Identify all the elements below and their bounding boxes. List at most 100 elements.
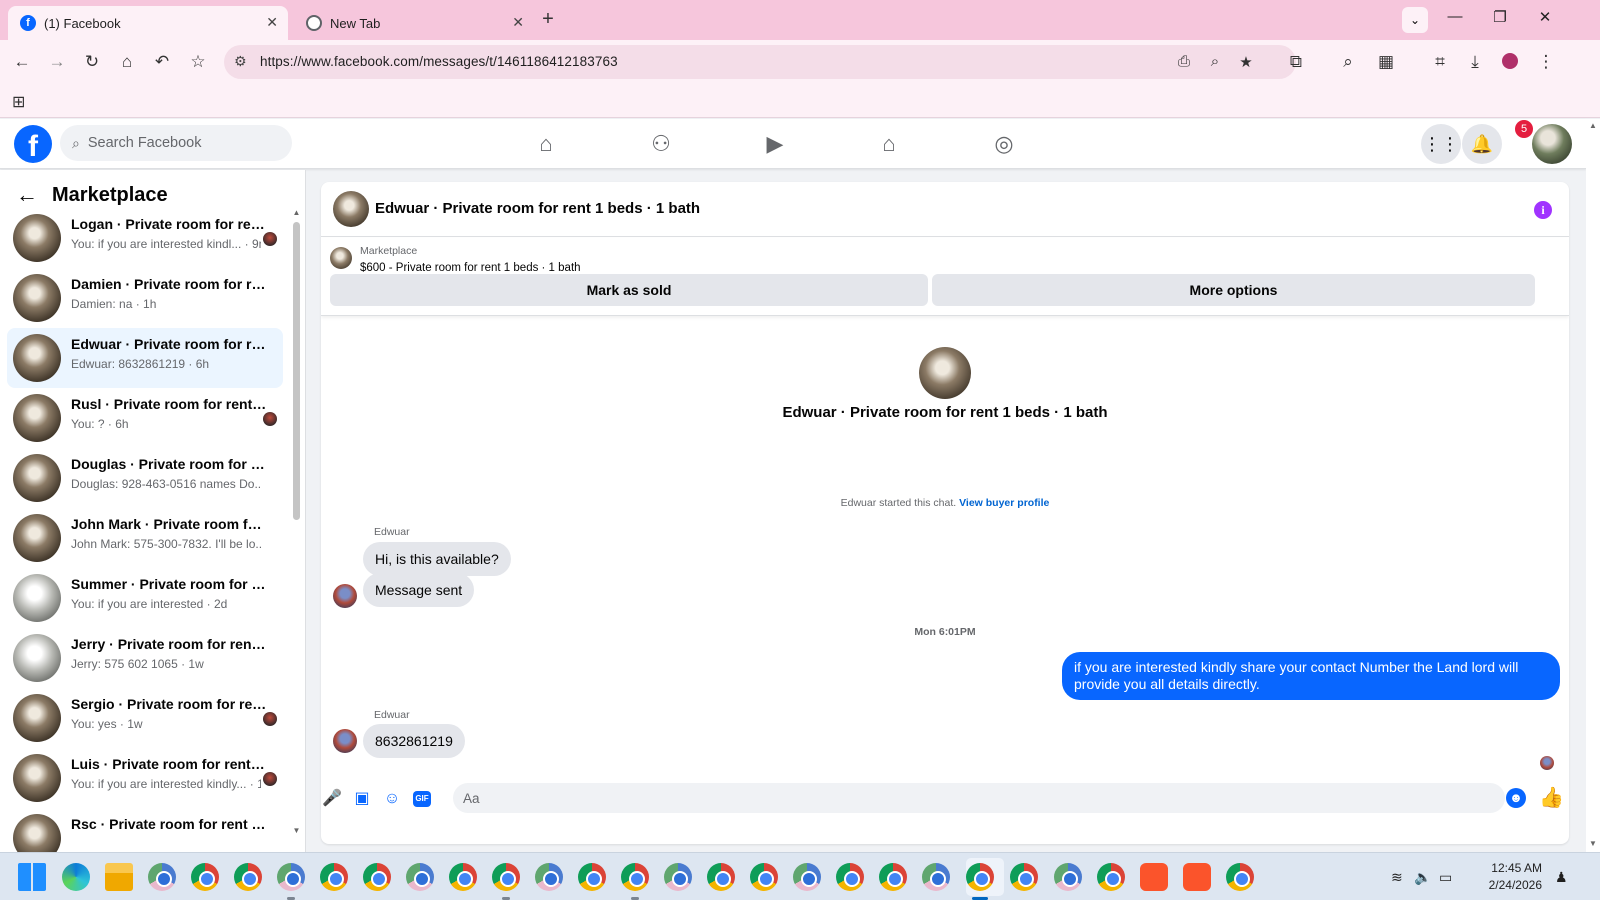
battery-icon[interactable]: ▭ <box>1439 869 1452 886</box>
extensions-icon[interactable]: ⧉ <box>1284 52 1308 72</box>
wifi-icon[interactable]: ≋ <box>1391 869 1403 886</box>
address-bar[interactable]: ⚙ https://www.facebook.com/messages/t/14… <box>224 45 1296 79</box>
crop-icon[interactable]: ⌗ <box>1428 52 1452 72</box>
chrome-profile-icon[interactable] <box>966 863 994 891</box>
zoom-icon[interactable]: ⌕ <box>1205 53 1225 70</box>
tab-new-tab[interactable]: New Tab ✕ <box>294 6 534 40</box>
chrome-profile-icon[interactable] <box>406 863 434 891</box>
gif-icon[interactable]: GIF <box>413 791 431 807</box>
menu-grid-icon[interactable]: ⋮⋮ <box>1421 124 1461 164</box>
tab-search-button[interactable]: ⌄ <box>1402 7 1428 33</box>
chrome-profile-icon[interactable] <box>578 863 606 891</box>
url-text[interactable]: https://www.facebook.com/messages/t/1461… <box>260 54 618 69</box>
emoji-icon[interactable]: ☻ <box>1506 788 1526 808</box>
conversation-item[interactable]: John Mark · Private room for re... John M… <box>7 508 283 568</box>
scroll-up-icon[interactable]: ▲ <box>291 208 302 217</box>
new-tab-button[interactable]: + <box>536 8 560 31</box>
incoming-message[interactable]: Hi, is this available? <box>363 542 511 576</box>
incoming-message[interactable]: Message sent <box>363 573 475 607</box>
chrome-profile-icon[interactable] <box>234 863 262 891</box>
conversation-item[interactable]: Sergio · Private room for rent... You: ye… <box>7 688 283 748</box>
chrome-profile-icon[interactable] <box>535 863 563 891</box>
chat-title[interactable]: Edwuar · Private room for rent 1 beds · … <box>375 200 700 217</box>
conversation-item[interactable]: Luis · Private room for rent 1 ... You: i… <box>7 748 283 808</box>
download-icon[interactable]: ⤓ <box>1463 52 1487 72</box>
info-icon[interactable]: i <box>1534 201 1552 219</box>
photo-icon[interactable]: ▣ <box>351 788 373 810</box>
facebook-logo[interactable]: f <box>14 125 52 163</box>
close-window-button[interactable]: ✕ <box>1531 8 1559 26</box>
apps-grid-icon[interactable]: ⊞ <box>12 92 25 112</box>
sender-avatar[interactable] <box>333 584 357 608</box>
sticker-icon[interactable]: ☺ <box>381 788 403 810</box>
conversation-item[interactable]: Rusl · Private room for rent 1 ... You: ?… <box>7 388 283 448</box>
message-input[interactable] <box>463 783 1463 813</box>
minimize-button[interactable]: — <box>1441 8 1469 25</box>
chrome-profile-icon[interactable] <box>621 863 649 891</box>
sender-avatar[interactable] <box>333 729 357 753</box>
conversation-item[interactable]: Logan · Private room for rent... You: if … <box>7 208 283 268</box>
more-options-button[interactable]: More options <box>932 274 1535 306</box>
sidebar-scrollbar[interactable]: ▲ ▼ <box>291 208 302 838</box>
chrome-profile-icon[interactable] <box>320 863 348 891</box>
home-icon[interactable]: ⌂ <box>526 129 566 159</box>
scrollbar-thumb[interactable] <box>293 222 300 520</box>
incoming-message[interactable]: 8632861219 <box>363 724 465 758</box>
scroll-down-icon[interactable]: ▼ <box>291 826 302 835</box>
scroll-down-icon[interactable]: ▼ <box>1586 839 1600 848</box>
chrome-profile-icon[interactable] <box>1010 863 1038 891</box>
back-icon[interactable]: ← <box>10 52 34 72</box>
outgoing-message[interactable]: if you are interested kindly share your … <box>1062 652 1560 700</box>
qr-code-icon[interactable]: ▦ <box>1374 52 1398 72</box>
friends-icon[interactable]: ⚇ <box>641 129 681 159</box>
scroll-up-icon[interactable]: ▲ <box>1586 121 1600 130</box>
conversation-item[interactable]: Summer · Private room for rent... You: if… <box>7 568 283 628</box>
file-explorer-icon[interactable] <box>105 863 133 891</box>
bookmark-star-icon[interactable]: ★ <box>1236 53 1256 71</box>
conversation-item[interactable]: Damien · Private room for rent ... Damien… <box>7 268 283 328</box>
chrome-profile-icon[interactable] <box>836 863 864 891</box>
chrome-profile-icon[interactable] <box>191 863 219 891</box>
chrome-profile-icon[interactable] <box>363 863 391 891</box>
reload-icon[interactable]: ↻ <box>80 52 104 72</box>
tab-facebook[interactable]: f (1) Facebook ✕ <box>8 6 288 40</box>
back-arrow-icon[interactable]: ← <box>16 182 38 208</box>
site-info-icon[interactable]: ⚙ <box>234 53 247 70</box>
chrome-profile-icon[interactable] <box>449 863 477 891</box>
chrome-profile-icon[interactable] <box>707 863 735 891</box>
chrome-profile-icon[interactable] <box>1097 863 1125 891</box>
profile-avatar[interactable] <box>1502 53 1518 69</box>
chrome-profile-icon[interactable] <box>148 863 176 891</box>
message-input-box[interactable] <box>453 783 1505 813</box>
brave-browser-icon[interactable] <box>1183 863 1211 891</box>
chrome-profile-icon[interactable] <box>879 863 907 891</box>
chrome-profile-icon[interactable] <box>750 863 778 891</box>
listing-thumbnail[interactable] <box>330 247 352 269</box>
volume-icon[interactable]: 🔈 <box>1414 869 1431 886</box>
search-icon[interactable]: ⌕ <box>1336 52 1360 72</box>
edge-browser-icon[interactable] <box>62 863 90 891</box>
account-avatar[interactable] <box>1532 124 1572 164</box>
forward-icon[interactable]: → <box>45 52 69 72</box>
conversation-item[interactable]: Rsc · Private room for rent 1 be... <box>7 808 283 852</box>
groups-icon[interactable]: ◎ <box>984 129 1024 159</box>
undo-icon[interactable]: ↶ <box>150 52 174 72</box>
chrome-profile-icon[interactable] <box>492 863 520 891</box>
notification-icon[interactable]: ♟ <box>1555 869 1568 886</box>
microphone-icon[interactable]: 🎤 <box>321 788 343 810</box>
marketplace-icon[interactable]: ⌂ <box>869 129 909 159</box>
conversation-item[interactable]: Jerry · Private room for rent 1 b... Jerr… <box>7 628 283 688</box>
start-menu-icon[interactable] <box>18 863 46 891</box>
bookmark-star-icon[interactable]: ☆ <box>186 52 210 72</box>
chrome-profile-icon[interactable] <box>277 863 305 891</box>
page-scrollbar[interactable]: ▲ ▼ <box>1586 119 1600 852</box>
home-icon[interactable]: ⌂ <box>115 52 139 72</box>
close-tab-icon[interactable]: ✕ <box>266 14 278 31</box>
system-clock[interactable]: 12:45 AM 2/24/2026 <box>1466 860 1542 894</box>
view-buyer-profile-link[interactable]: View buyer profile <box>959 497 1049 509</box>
brave-browser-icon[interactable] <box>1140 863 1168 891</box>
install-app-icon[interactable]: ⎙ <box>1174 53 1194 70</box>
mark-as-sold-button[interactable]: Mark as sold <box>330 274 928 306</box>
listing-title[interactable]: $600 - Private room for rent 1 beds · 1 … <box>360 262 581 274</box>
conversation-item[interactable]: Douglas · Private room for rent ... Dougl… <box>7 448 283 508</box>
